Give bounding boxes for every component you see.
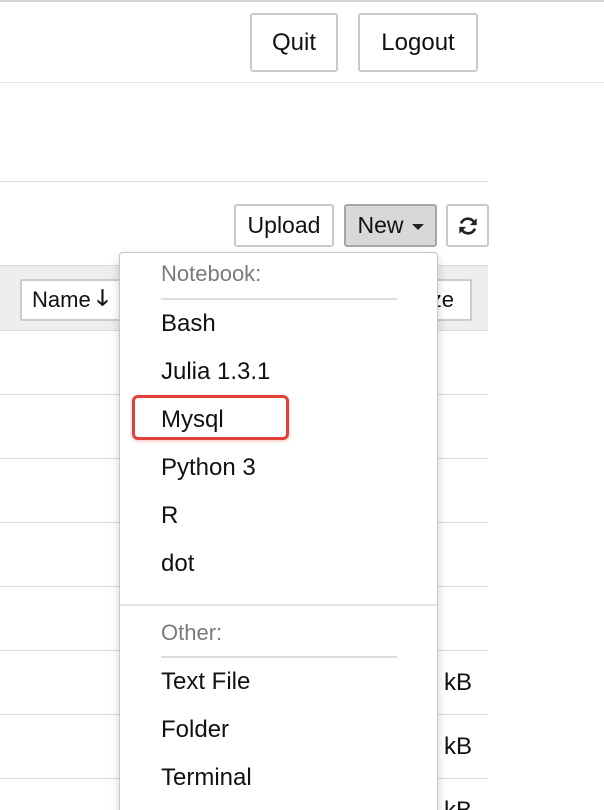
file-size: kB [443,733,472,760]
new-button-label: New [357,212,404,238]
menu-item-dot[interactable]: dot [161,543,401,585]
upload-button[interactable]: Upload [234,204,334,247]
menu-item-r[interactable]: R [161,495,401,537]
name-column-label: Name [32,287,91,312]
refresh-icon [458,216,477,235]
logout-button[interactable]: Logout [358,13,478,72]
notebook-section-header: Notebook: [161,261,262,286]
notebook-header-underline [161,298,397,300]
menu-item-text-file[interactable]: Text File [161,661,401,703]
tabs-divider [0,181,488,182]
menu-divider [120,604,437,606]
sort-by-name-button[interactable]: Name 🡓 [20,279,126,321]
new-dropdown-menu: Notebook: Bash Julia 1.3.1 Mysql Python … [119,252,438,810]
other-section-header: Other: [161,620,223,645]
refresh-button[interactable] [446,204,489,247]
menu-item-python3[interactable]: Python 3 [161,447,401,489]
highlight-annotation [132,395,289,440]
menu-item-julia[interactable]: Julia 1.3.1 [161,351,401,393]
file-size: kB [444,779,472,810]
menu-item-terminal[interactable]: Terminal [161,757,401,799]
jupyter-file-browser: Quit Logout Upload New Name 🡓 ze kB kB N… [0,0,604,810]
file-size: kB [443,669,472,696]
caret-down-icon [411,224,424,230]
arrow-down-icon: 🡓 [96,285,109,310]
menu-item-folder[interactable]: Folder [161,709,401,751]
header-divider [0,82,604,83]
quit-button[interactable]: Quit [250,13,338,72]
new-button[interactable]: New [344,204,437,247]
other-header-underline [161,656,397,658]
top-border [0,0,604,2]
menu-item-bash[interactable]: Bash [161,303,401,345]
